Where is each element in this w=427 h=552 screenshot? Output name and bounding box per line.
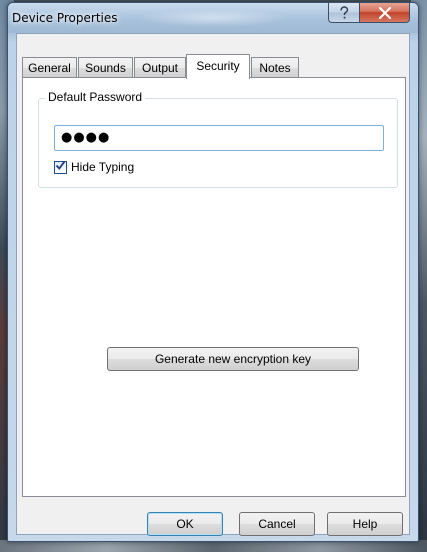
password-input[interactable]: ●●●● [54,125,384,151]
tab-security[interactable]: Security [186,54,250,79]
question-mark-icon [338,5,350,20]
title-bar-glow [138,9,288,27]
cancel-button[interactable]: Cancel [239,512,315,536]
ok-button[interactable]: OK [147,512,223,536]
device-properties-window: Device Properties General Sounds Output … [7,2,419,542]
checkmark-icon [55,160,66,174]
group-label: Default Password [45,90,146,104]
tab-output[interactable]: Output [134,57,186,78]
hide-typing-checkbox[interactable] [54,160,67,174]
tab-general[interactable]: General [22,57,77,78]
hide-typing-row[interactable]: Hide Typing [54,159,134,175]
hide-typing-label: Hide Typing [71,160,135,174]
close-icon [378,6,392,19]
generate-encryption-key-button[interactable]: Generate new encryption key [107,347,359,371]
help-button[interactable]: Help [327,512,403,536]
default-password-group: Default Password ●●●● Hide Typing [38,90,398,188]
tab-notes[interactable]: Notes [251,57,299,78]
security-tab-panel: Default Password ●●●● Hide Typing Genera… [22,77,406,497]
window-title: Device Properties [12,11,118,25]
title-help-button[interactable] [328,3,360,23]
tab-sounds[interactable]: Sounds [78,57,133,78]
dialog-client-area: General Sounds Output Security Notes Def… [16,33,410,536]
title-close-button[interactable] [359,3,410,23]
tab-strip: General Sounds Output Security Notes [22,54,406,79]
